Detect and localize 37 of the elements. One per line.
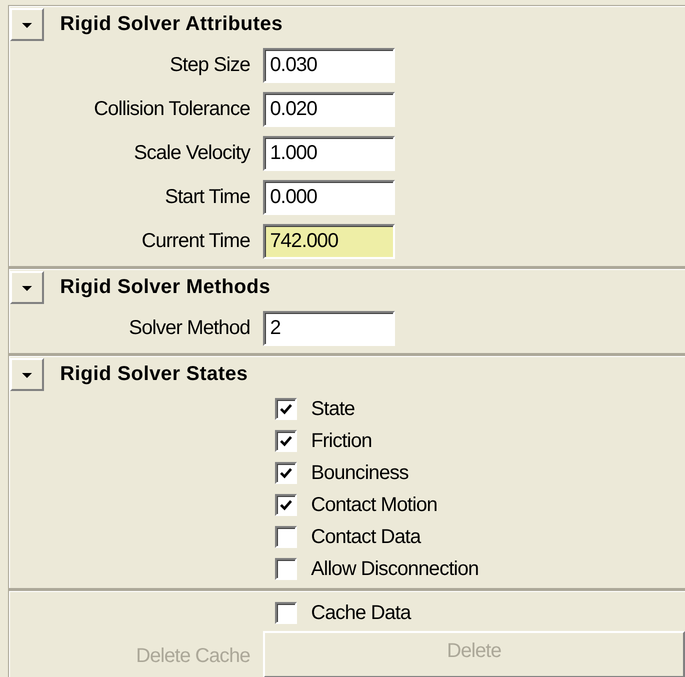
- section-title: Rigid Solver Attributes: [60, 13, 283, 36]
- checkbox-label: Cache Data: [311, 602, 411, 624]
- checkbox[interactable]: [275, 462, 297, 484]
- check-icon: [279, 466, 293, 480]
- checkbox[interactable]: [275, 602, 297, 624]
- collapse-button[interactable]: [10, 358, 44, 391]
- section-title: Rigid Solver Methods: [60, 276, 270, 299]
- checkbox-label: Friction: [311, 430, 372, 452]
- checkbox-label: Bounciness: [311, 462, 408, 484]
- checkbox-label: Allow Disconnection: [311, 558, 479, 580]
- checkbox[interactable]: [275, 494, 297, 516]
- button-label: Delete Cache: [135, 645, 251, 669]
- input-field[interactable]: 742.000: [263, 224, 395, 258]
- field-label: Scale Velocity: [132, 142, 252, 164]
- field-label: Start Time: [164, 186, 251, 208]
- field-label: Collision Tolerance: [92, 98, 251, 120]
- input-field[interactable]: 1.000: [263, 136, 395, 170]
- input-field[interactable]: 0.030: [263, 48, 395, 82]
- checkbox[interactable]: [275, 398, 297, 420]
- checkbox-label: Contact Motion: [311, 494, 438, 516]
- checkbox[interactable]: [275, 558, 297, 580]
- check-icon: [279, 434, 293, 448]
- field-label: Solver Method: [128, 316, 251, 340]
- checkbox-label: Contact Data: [311, 526, 421, 548]
- field-label: Current Time: [140, 230, 251, 252]
- check-icon: [279, 498, 293, 512]
- collapse-button[interactable]: [10, 8, 44, 41]
- field-label: Step Size: [168, 54, 251, 76]
- input-field[interactable]: 2: [263, 310, 395, 346]
- checkbox[interactable]: [275, 526, 297, 548]
- checkbox-label: State: [311, 398, 355, 420]
- check-icon: [279, 402, 293, 416]
- input-field[interactable]: 0.000: [263, 180, 395, 214]
- collapse-button[interactable]: [10, 271, 44, 304]
- section-title: Rigid Solver States: [60, 363, 248, 386]
- checkbox[interactable]: [275, 430, 297, 452]
- input-field[interactable]: 0.020: [263, 92, 395, 126]
